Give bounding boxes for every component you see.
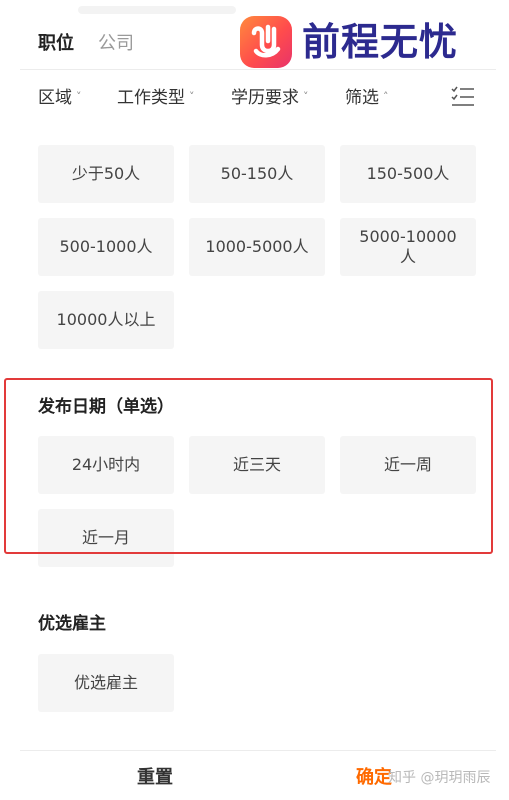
size-option[interactable]: 少于50人 bbox=[38, 145, 174, 203]
size-option[interactable]: 150-500人 bbox=[340, 145, 476, 203]
chevron-up-icon: ˄ bbox=[383, 90, 389, 103]
chevron-down-icon: ˅ bbox=[76, 90, 82, 103]
filter-bar: 区域 ˅ 工作类型 ˅ 学历要求 ˅ 筛选 ˄ bbox=[0, 80, 509, 116]
publish-date-title: 发布日期（单选） bbox=[38, 397, 174, 417]
date-option-3days[interactable]: 近三天 bbox=[189, 436, 325, 494]
size-option[interactable]: 1000-5000人 bbox=[189, 218, 325, 276]
filter-education[interactable]: 学历要求 ˅ bbox=[231, 86, 309, 109]
watermark: 知乎 @玥玥雨辰 bbox=[388, 770, 491, 786]
filter-more[interactable]: 筛选 ˄ bbox=[345, 86, 389, 109]
bottom-divider bbox=[20, 750, 496, 751]
tab-job[interactable]: 职位 bbox=[38, 32, 74, 56]
tab-company[interactable]: 公司 bbox=[98, 32, 134, 56]
size-option[interactable]: 10000人以上 bbox=[38, 291, 174, 349]
employer-title: 优选雇主 bbox=[38, 614, 106, 634]
confirm-button[interactable]: 确定 bbox=[356, 766, 392, 790]
date-option-week[interactable]: 近一周 bbox=[340, 436, 476, 494]
filter-area-label: 区域 bbox=[38, 88, 72, 108]
brand-logo: 前程无忧 bbox=[240, 12, 486, 72]
date-option-month[interactable]: 近一月 bbox=[38, 509, 174, 567]
filter-area[interactable]: 区域 ˅ bbox=[38, 86, 82, 109]
size-option[interactable]: 50-150人 bbox=[189, 145, 325, 203]
size-option[interactable]: 500-1000人 bbox=[38, 218, 174, 276]
employer-option[interactable]: 优选雇主 bbox=[38, 654, 174, 712]
chevron-down-icon: ˅ bbox=[189, 90, 195, 103]
list-checks-icon[interactable] bbox=[451, 86, 475, 108]
scroll-hint-bar bbox=[78, 6, 236, 14]
filter-more-label: 筛选 bbox=[345, 88, 379, 108]
brand-name: 前程无忧 bbox=[302, 20, 459, 64]
filter-job-type[interactable]: 工作类型 ˅ bbox=[117, 86, 195, 109]
chevron-down-icon: ˅ bbox=[303, 90, 309, 103]
date-option-24h[interactable]: 24小时内 bbox=[38, 436, 174, 494]
51job-hand-icon bbox=[240, 16, 292, 68]
filter-job-type-label: 工作类型 bbox=[117, 88, 185, 108]
size-option[interactable]: 5000-10000人 bbox=[340, 218, 476, 276]
reset-button[interactable]: 重置 bbox=[137, 766, 173, 790]
filter-education-label: 学历要求 bbox=[231, 88, 299, 108]
